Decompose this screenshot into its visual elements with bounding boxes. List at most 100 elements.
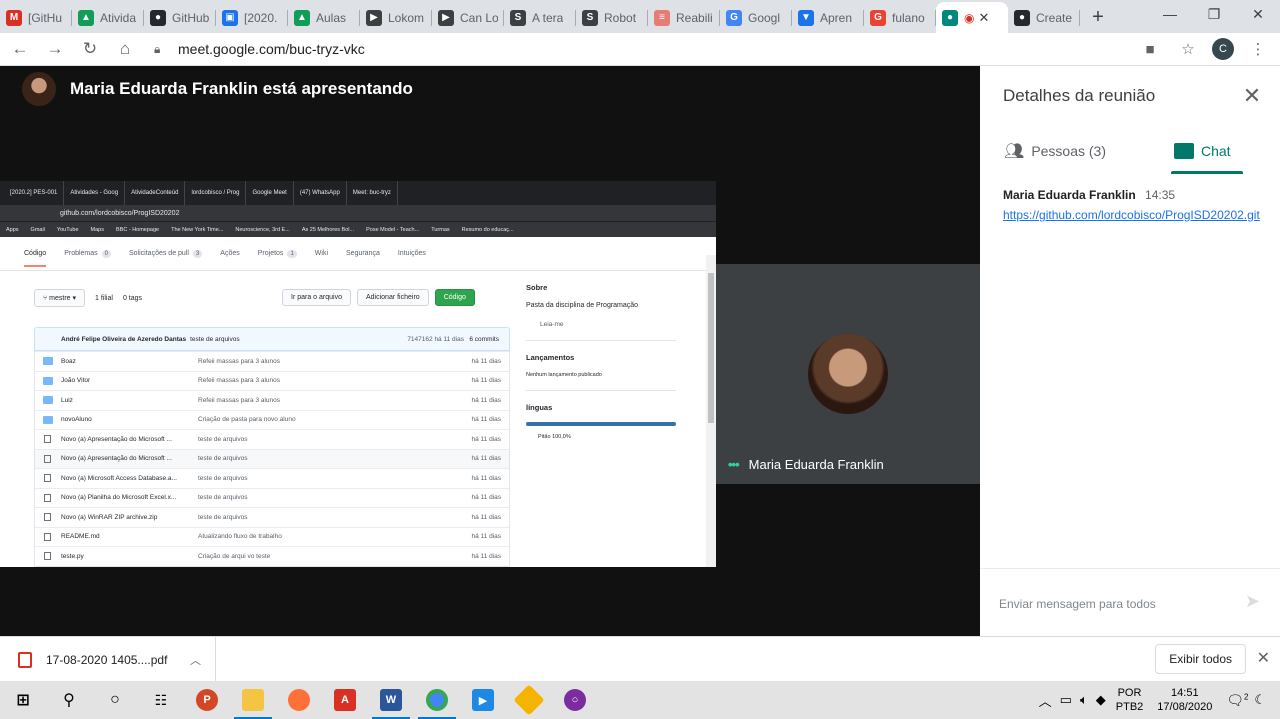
firefox-app[interactable]	[276, 681, 322, 719]
profile-avatar[interactable]: C	[1212, 38, 1234, 60]
battery-icon[interactable]: ▭	[1060, 692, 1072, 708]
powerpoint-app[interactable]: P	[184, 681, 230, 719]
file-row: João Vitor Refeii massas para 3 alunos há …	[35, 370, 509, 391]
browser-tab[interactable]: G Googl	[720, 2, 792, 33]
shared-tab: Meet: buc-tryz	[347, 181, 398, 205]
chevron-up-icon[interactable]: ︿	[1039, 691, 1052, 710]
add-file-button: Adicionar ficheiro	[356, 289, 429, 306]
restore-icon[interactable]: ❐	[1192, 0, 1236, 28]
browser-tab[interactable]: ● Create	[1008, 2, 1080, 33]
file-name: Novo (a) Microsoft Access Database.a...	[61, 474, 177, 482]
browser-tab[interactable]: S A tera	[504, 2, 576, 33]
participant-avatar	[808, 334, 888, 414]
file-icon	[44, 532, 51, 541]
media-icon: ▶	[472, 689, 494, 711]
tab-label: Googl	[748, 10, 781, 25]
commit-author: André Felipe Oliveira de Azeredo Dantas	[61, 335, 187, 343]
tab-label: Aulas	[316, 10, 347, 25]
download-item[interactable]: 17-08-2020 1405....pdf ︿	[18, 637, 216, 682]
panel-tabs: 👥︎ Pessoas (3) Chat	[980, 130, 1280, 174]
close-window-icon[interactable]: ✕	[1236, 0, 1280, 28]
clock[interactable]: 14:51 17/08/2020	[1157, 686, 1212, 714]
commit-count: 6 commits	[469, 335, 499, 343]
file-age: há 11 dias	[471, 533, 501, 541]
show-all-button[interactable]: Exibir todos	[1155, 644, 1246, 674]
close-download-bar-icon[interactable]: ✕	[1257, 648, 1270, 668]
onenote-icon: ○	[564, 689, 586, 711]
browser-tab[interactable]: ▲ Ativida	[72, 2, 144, 33]
word-app[interactable]: W	[368, 681, 414, 719]
chat-icon	[1174, 143, 1194, 159]
home-icon[interactable]: ⌂	[110, 34, 140, 64]
github-icon: ●	[150, 9, 166, 26]
tab-chat[interactable]: Chat	[1171, 130, 1243, 174]
volume-icon[interactable]: 🔈︎	[1080, 692, 1088, 708]
participant-label: ••• Maria Eduarda Franklin	[728, 457, 884, 472]
start-button[interactable]: ⊞	[0, 681, 46, 719]
task-view-button[interactable]: ☷	[138, 681, 184, 719]
send-icon[interactable]: ➤	[1245, 591, 1260, 612]
folder-icon	[43, 415, 53, 424]
reload-icon[interactable]: ↻	[75, 34, 105, 64]
cortana-button[interactable]: ○	[92, 681, 138, 719]
panel-title: Detalhes da reunião	[1003, 86, 1156, 105]
forward-icon[interactable]: →	[40, 34, 70, 64]
minimize-icon[interactable]: —	[1148, 0, 1192, 28]
tab-people[interactable]: 👥︎ Pessoas (3)	[1004, 130, 1106, 172]
new-tab-button[interactable]: +	[1080, 2, 1116, 33]
acrobat-app[interactable]: A	[322, 681, 368, 719]
search-button[interactable]: ⚲	[46, 681, 92, 719]
tab-label: [GitHu	[28, 10, 63, 25]
language-indicator[interactable]: POR PTB2	[1116, 686, 1144, 714]
bookmark-star-icon[interactable]: ☆	[1174, 35, 1202, 63]
message-link[interactable]: https://github.com/lordcobisco/ProgISD20…	[1003, 206, 1263, 224]
branch-selector: ⑂ mestre ▾ 1 filial 0 tags	[34, 289, 142, 307]
explorer-app[interactable]	[230, 681, 276, 719]
file-message: teste de arquivos	[198, 455, 248, 463]
repo-nav-count: 3	[192, 249, 203, 258]
menu-kebab-icon[interactable]: ⋮	[1244, 35, 1272, 63]
notification-center[interactable]: 🗨︎2	[1224, 692, 1250, 709]
file-name: Luiz	[61, 396, 73, 404]
browser-tab[interactable]: ▣ [2020.	[216, 2, 288, 33]
file-row: Luiz Refeii massas para 3 alunos há 11 dia…	[35, 390, 509, 410]
browser-tab[interactable]: ▲ Aulas	[288, 2, 360, 33]
address-bar[interactable]: 🔒︎ meet.google.com/buc-tryz-vkc	[154, 35, 1154, 63]
browser-tab[interactable]: M [GitHu	[0, 2, 72, 33]
close-icon[interactable]: ✕	[1240, 83, 1264, 108]
shared-bookmark: Turmas	[431, 226, 450, 233]
focus-assist-icon[interactable]: ☾	[1254, 692, 1266, 708]
file-name: Novo (a) Planilha do Microsoft Excel.x..…	[61, 494, 177, 502]
paint-app[interactable]	[506, 681, 552, 719]
download-filename: 17-08-2020 1405....pdf	[46, 652, 168, 667]
people-icon: 👥︎	[1004, 143, 1025, 160]
browser-tab[interactable]: ● ◉ ✕	[936, 2, 1008, 33]
browser-tab[interactable]: ▼ Apren	[792, 2, 864, 33]
dropbox-icon[interactable]: ◆	[1096, 692, 1106, 708]
file-icon	[44, 474, 51, 483]
file-icon	[44, 513, 51, 522]
media-app[interactable]: ▶	[460, 681, 506, 719]
shared-bookmark: Neuroscience, 3rd E...	[235, 226, 290, 233]
file-age: há 11 dias	[471, 377, 501, 385]
onenote-app[interactable]: ○	[552, 681, 598, 719]
chat-input[interactable]: Enviar mensagem para todos	[999, 597, 1156, 611]
chevron-up-icon[interactable]: ︿	[190, 652, 201, 668]
camera-icon[interactable]: ■	[1136, 35, 1164, 63]
file-message: Refeii massas para 3 alunos	[198, 377, 281, 385]
close-tab-icon[interactable]: ✕	[978, 10, 989, 26]
browser-tab[interactable]: S Robot	[576, 2, 648, 33]
back-icon[interactable]: ←	[5, 34, 35, 64]
browser-tab[interactable]: ● GitHub	[144, 2, 216, 33]
drive-icon: ▲	[78, 9, 94, 26]
browser-tab[interactable]: ▶ Can Lo	[432, 2, 504, 33]
presenter-avatar	[22, 72, 56, 106]
participant-tile[interactable]: ••• Maria Eduarda Franklin	[716, 264, 980, 484]
clock-time: 14:51	[1171, 687, 1199, 699]
message-header: Maria Eduarda Franklin 14:35	[1003, 188, 1263, 202]
browser-tab[interactable]: ≡ Reabili	[648, 2, 720, 33]
chrome-app[interactable]	[414, 681, 460, 719]
browser-tab[interactable]: Gfulano	[864, 2, 936, 33]
releases-text: Nenhum lançamento publicado	[526, 372, 602, 378]
browser-tab[interactable]: ▶ Lokom	[360, 2, 432, 33]
